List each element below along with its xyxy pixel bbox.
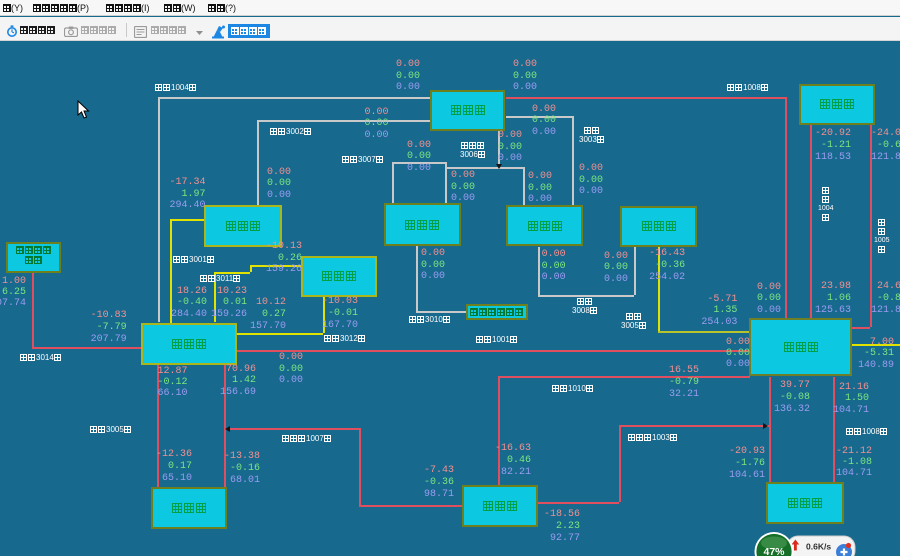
- svg-text:47%: 47%: [763, 546, 785, 556]
- svg-text:0.6K/s: 0.6K/s: [806, 542, 831, 552]
